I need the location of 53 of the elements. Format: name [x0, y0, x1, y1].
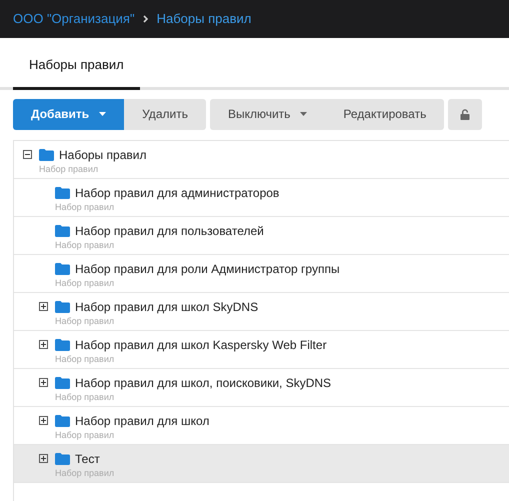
folder-icon — [39, 148, 54, 160]
node-type: Набор правил — [55, 278, 114, 288]
expand-icon[interactable] — [39, 416, 48, 425]
folder-icon — [55, 186, 70, 198]
expand-icon[interactable] — [39, 378, 48, 387]
breadcrumb-link[interactable]: Наборы правил — [156, 9, 252, 29]
expand-icon[interactable] — [39, 340, 48, 349]
caret-icon — [300, 112, 308, 116]
expand-icon[interactable] — [39, 454, 48, 463]
tree-row[interactable]: Набор правил для роли Администратор группы Набор правил — [14, 254, 509, 292]
lock-icon — [460, 108, 470, 120]
tree-row[interactable]: Набор правил для школ SkyDNS Набор правил — [14, 292, 509, 330]
collapse-icon[interactable] — [23, 150, 32, 159]
node-type: Набор правил — [55, 240, 114, 250]
expand-icon[interactable] — [39, 302, 48, 311]
tree-row[interactable]: Набор правил для школ Набор правил — [14, 406, 509, 444]
node-type: Набор правил — [55, 392, 114, 402]
caret-icon — [99, 112, 106, 116]
tree-row[interactable]: Набор правил для администраторов Набор правил — [14, 178, 509, 216]
node-label: Набор правил для школ Kaspersky Web Filter — [75, 336, 327, 352]
tree-row[interactable]: Набор правил для пользователей Набор правил — [14, 216, 509, 254]
node-label: Наборы правил — [59, 146, 146, 162]
node-type: Набор правил — [39, 164, 98, 174]
toolbar-button[interactable]: Редактировать — [325, 98, 444, 130]
folder-icon — [55, 376, 70, 388]
node-label: Набор правил для школ SkyDNS — [75, 298, 258, 314]
folder-icon — [55, 338, 70, 350]
folder-icon — [55, 224, 70, 236]
toolbar-button[interactable]: Удалить — [124, 98, 206, 130]
folder-icon — [55, 452, 70, 464]
node-type: Набор правил — [55, 354, 114, 364]
node-label: Набор правил для школ, поисковики, SkyDNS — [75, 374, 332, 390]
node-type: Набор правил — [55, 316, 114, 326]
dropdown-button[interactable]: Выключить — [210, 98, 326, 130]
folder-icon — [55, 262, 70, 274]
tree-row[interactable]: Набор правил для школ, поисковики, SkyDNS Набор правил — [14, 368, 509, 406]
node-label: Тест — [75, 450, 100, 466]
tab[interactable]: Наборы правил — [13, 51, 140, 90]
node-label: Набор правил для администраторов — [75, 184, 280, 200]
node-type: Набор правил — [55, 468, 114, 478]
node-label: Набор правил для роли Администратор группы — [75, 260, 340, 276]
node-label: Набор правил для пользователей — [75, 222, 264, 238]
node-type: Набор правил — [55, 430, 114, 440]
tree-row[interactable]: Набор правил для школ Kaspersky Web Filter Набор правил — [14, 330, 509, 368]
tree-row[interactable]: Тест Набор правил — [14, 444, 509, 482]
chevron-icon — [142, 15, 149, 23]
node-type: Набор правил — [55, 202, 114, 212]
dropdown-button[interactable]: Добавить — [13, 98, 124, 130]
node-label: Набор правил для школ — [75, 412, 210, 428]
folder-icon — [55, 300, 70, 312]
breadcrumb-link[interactable]: ООО "Организация" — [13, 9, 135, 29]
lock-button[interactable] — [448, 98, 482, 130]
folder-icon — [55, 414, 70, 426]
